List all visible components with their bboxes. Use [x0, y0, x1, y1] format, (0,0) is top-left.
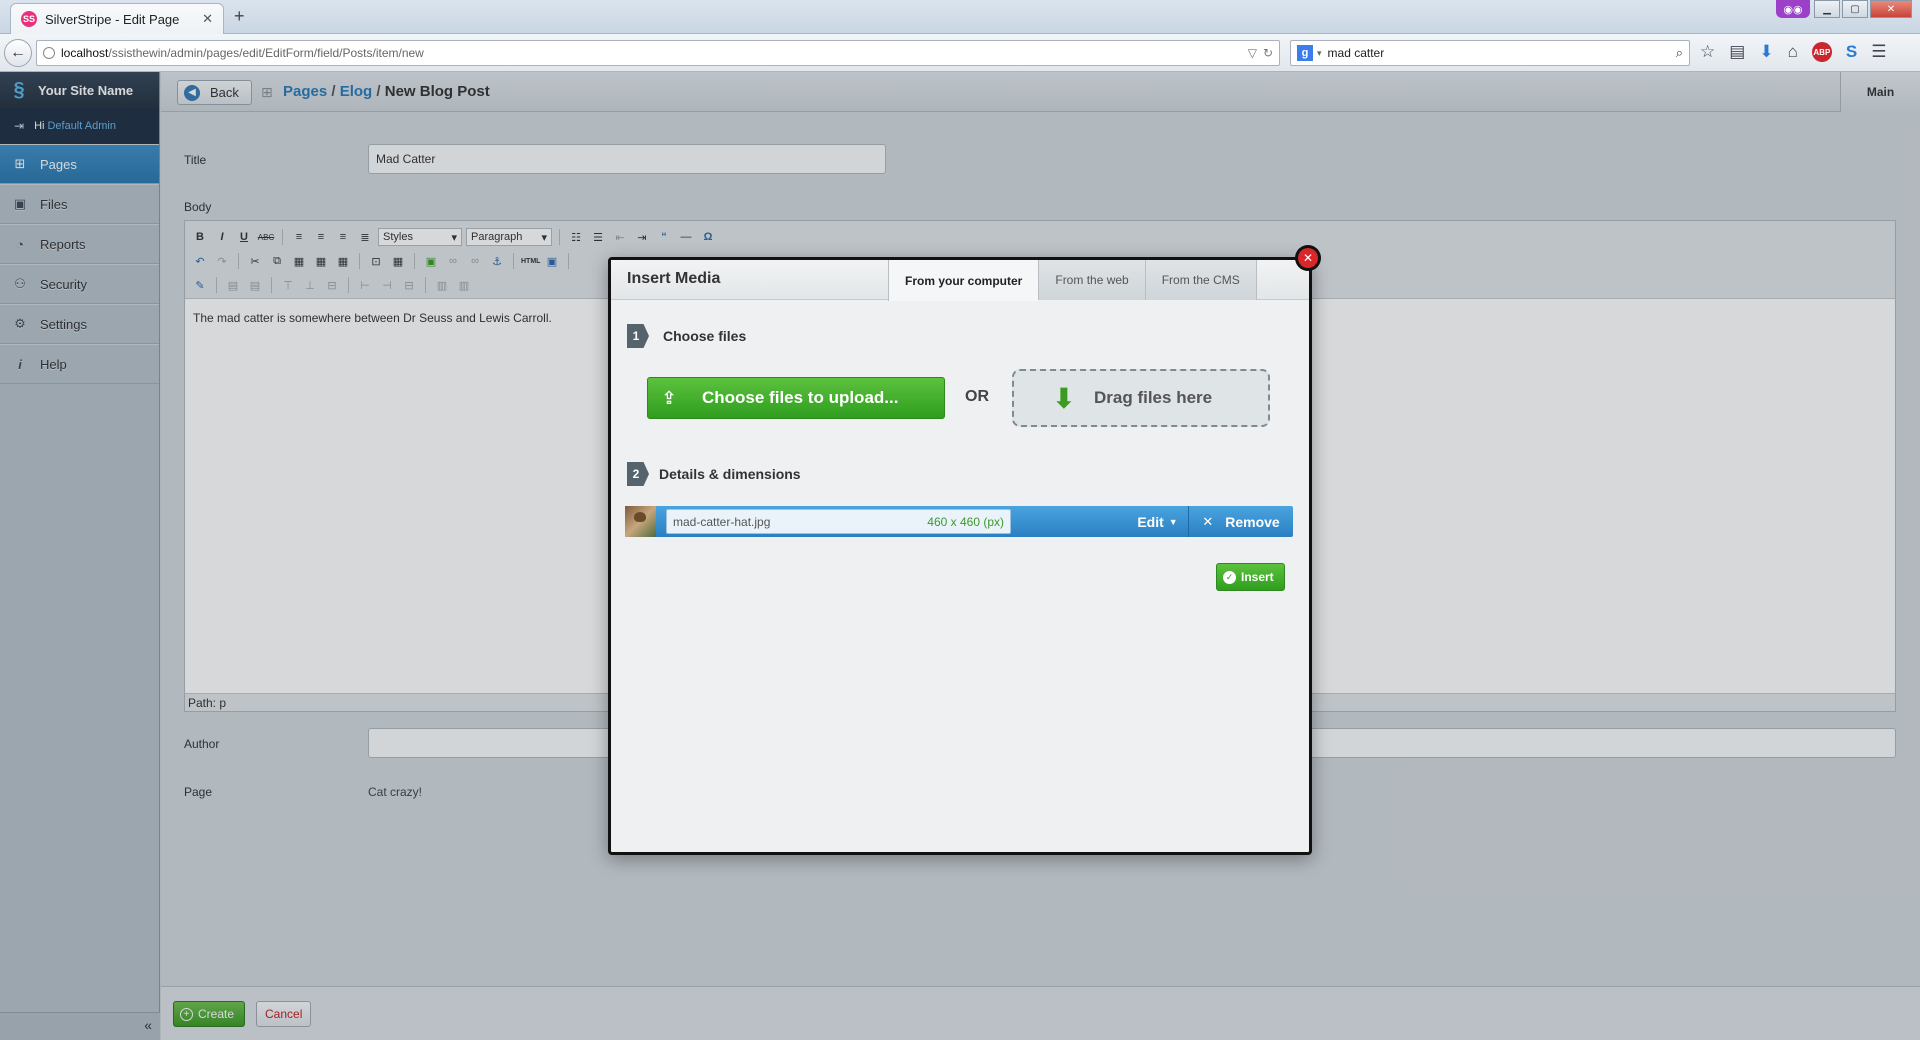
minimize-button[interactable]: ▁: [1814, 0, 1840, 18]
browser-tab[interactable]: SS SilverStripe - Edit Page ✕: [10, 3, 224, 34]
remove-label: Remove: [1225, 513, 1280, 530]
browser-toolbar: ☆ ▤ ⬇ ⌂ ABP S ☰: [1700, 42, 1886, 62]
adblock-icon[interactable]: ABP: [1811, 42, 1832, 62]
home-icon[interactable]: ⌂: [1788, 42, 1798, 62]
file-thumbnail: [625, 506, 656, 537]
site-identity-icon[interactable]: [43, 47, 55, 59]
step-choose-files: 1 Choose files: [627, 324, 746, 348]
maximize-button[interactable]: ▢: [1842, 0, 1868, 18]
chevron-down-icon: ▼: [1168, 516, 1178, 527]
insert-button[interactable]: ✓ Insert: [1216, 563, 1285, 591]
search-input[interactable]: mad catter: [1328, 46, 1676, 60]
window-controls: ▁ ▢ ✕: [1814, 0, 1912, 18]
downloads-icon[interactable]: ⬇: [1759, 42, 1773, 62]
step-label: Choose files: [663, 328, 747, 344]
close-tab-icon[interactable]: ✕: [202, 11, 213, 27]
choose-files-button[interactable]: ⇪ Choose files to upload...: [647, 377, 945, 419]
file-name-field[interactable]: mad-catter-hat.jpg 460 x 460 (px): [666, 509, 1011, 534]
browser-back-button[interactable]: ←: [4, 39, 32, 67]
file-dimensions: 460 x 460 (px): [927, 514, 1004, 529]
insert-label: Insert: [1241, 570, 1274, 584]
step-details: 2 Details & dimensions: [627, 462, 801, 486]
drop-zone[interactable]: ⬇ Drag files here: [1012, 369, 1270, 427]
step-number: 1: [627, 324, 649, 348]
search-bar[interactable]: g ▾ mad catter ⌕: [1290, 40, 1690, 66]
dialog-title: Insert Media: [627, 270, 721, 287]
close-icon: ✕: [1202, 513, 1214, 529]
menu-icon[interactable]: ☰: [1871, 42, 1886, 62]
close-dialog-button[interactable]: ✕: [1295, 245, 1321, 271]
file-name: mad-catter-hat.jpg: [673, 514, 771, 529]
insert-media-dialog: Insert Media From your computer From the…: [608, 257, 1312, 855]
tab-from-the-web[interactable]: From the web: [1038, 260, 1145, 300]
close-icon: ✕: [1298, 248, 1318, 268]
new-tab-button[interactable]: +: [234, 6, 245, 27]
search-engine-dropdown-icon[interactable]: ▾: [1317, 48, 1322, 59]
drop-zone-label: Drag files here: [1094, 388, 1213, 407]
sync-icon[interactable]: S: [1846, 42, 1857, 62]
step-label: Details & dimensions: [659, 466, 801, 482]
browser-nav-bar: ← localhost /ssisthewin/admin/pages/edit…: [0, 34, 1920, 72]
bookmarks-list-icon[interactable]: ▤: [1729, 42, 1745, 62]
address-bar[interactable]: localhost /ssisthewin/admin/pages/edit/E…: [36, 40, 1280, 66]
choose-files-label: Choose files to upload...: [702, 388, 899, 407]
check-icon: ✓: [1223, 570, 1236, 584]
close-window-button[interactable]: ✕: [1870, 0, 1912, 18]
url-path: /ssisthewin/admin/pages/edit/EditForm/fi…: [108, 46, 424, 60]
tab-from-the-cms[interactable]: From the CMS: [1144, 260, 1257, 300]
private-mask-icon: ◉◉: [1776, 0, 1810, 18]
arrow-down-icon: ⬇: [1052, 382, 1076, 414]
upload-icon: ⇪: [661, 387, 677, 408]
url-dropdown-icon[interactable]: ▽: [1248, 46, 1257, 60]
reload-icon[interactable]: ↻: [1263, 46, 1273, 60]
url-host: localhost: [61, 46, 109, 60]
browser-tab-bar: SS SilverStripe - Edit Page ✕ + ◉◉ ▁ ▢ ✕: [0, 0, 1920, 34]
dialog-header: Insert Media From your computer From the…: [611, 260, 1309, 301]
browser-tab-title: SilverStripe - Edit Page: [45, 11, 180, 27]
search-icon[interactable]: ⌕: [1676, 45, 1683, 61]
edit-file-button[interactable]: Edit ▼: [1127, 506, 1189, 537]
edit-label: Edit: [1137, 513, 1164, 530]
step-number: 2: [627, 462, 649, 486]
dialog-tabs: From your computer From the web From the…: [888, 260, 1257, 301]
file-row: mad-catter-hat.jpg 460 x 460 (px) Edit ▼…: [625, 506, 1293, 537]
bookmark-star-icon[interactable]: ☆: [1700, 42, 1715, 62]
or-separator: OR: [965, 388, 989, 405]
silverstripe-favicon-icon: SS: [21, 11, 37, 27]
remove-file-button[interactable]: ✕ Remove: [1189, 506, 1293, 537]
google-icon[interactable]: g: [1297, 45, 1313, 61]
tab-from-your-computer[interactable]: From your computer: [888, 260, 1039, 301]
